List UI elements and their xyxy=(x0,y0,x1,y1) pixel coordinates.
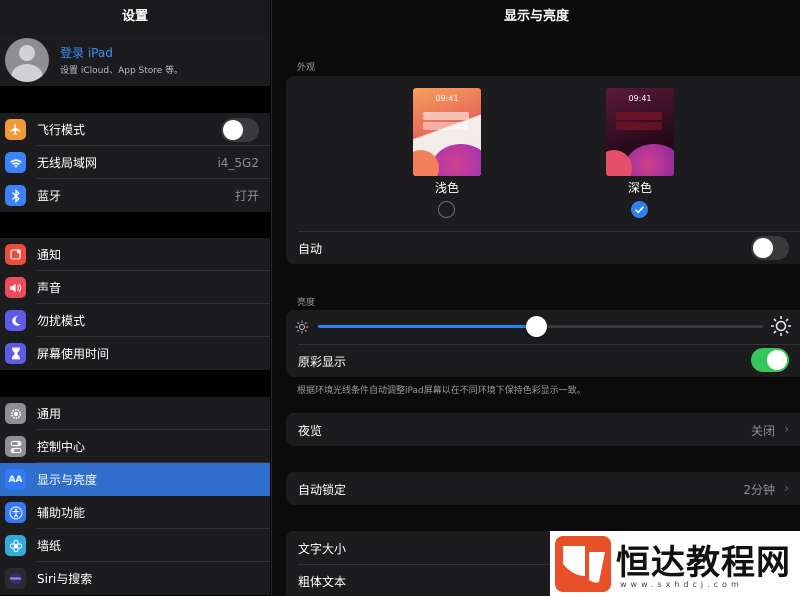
sidebar-item-wallpaper[interactable]: 墙纸 xyxy=(0,529,270,562)
sidebar-group-connectivity: 飞行模式 无线局域网 i4_5G2 蓝牙 打开 xyxy=(0,113,270,212)
sidebar-item-label: 无线局域网 xyxy=(37,156,98,170)
sidebar-title: 设置 xyxy=(0,0,270,34)
light-theme-radio[interactable] xyxy=(438,201,455,218)
sidebar-item-display-brightness[interactable]: AA 显示与亮度 xyxy=(0,463,270,496)
sidebar-item-sounds[interactable]: 声音 xyxy=(0,271,270,304)
hourglass-icon xyxy=(5,343,26,364)
profile-row[interactable]: 登录 iPad 设置 iCloud、App Store 等。 xyxy=(0,34,270,86)
sidebar-item-screen-time[interactable]: 屏幕使用时间 xyxy=(0,337,270,370)
sidebar-item-label: 通用 xyxy=(37,407,62,421)
chevron-right-icon: › xyxy=(784,481,789,495)
auto-lock-row[interactable]: 自动锁定 2分钟 › xyxy=(286,472,800,505)
light-preview-time: 09:41 xyxy=(435,94,459,103)
flower-icon xyxy=(5,535,26,556)
text-size-icon: AA xyxy=(5,469,26,490)
brightness-slider-track[interactable] xyxy=(318,316,763,337)
page-title: 显示与亮度 xyxy=(503,9,569,24)
bold-text-label: 粗体文本 xyxy=(298,575,347,589)
auto-lock-value: 2分钟 xyxy=(743,483,775,497)
settings-sidebar: 设置 登录 iPad 设置 iCloud、App Store 等。 飞行模式 无… xyxy=(0,0,270,596)
sidebar-group-general: 通用 控制中心 AA 显示与亮度 辅助功能 墙纸 Siri与搜索 xyxy=(0,397,270,595)
dark-theme-label: 深色 xyxy=(627,181,652,195)
sidebar-item-label: 屏幕使用时间 xyxy=(37,347,110,361)
true-tone-toggle[interactable] xyxy=(751,348,789,372)
airplane-mode-toggle[interactable] xyxy=(221,118,259,142)
wifi-icon xyxy=(5,152,26,173)
sidebar-item-label: 控制中心 xyxy=(37,440,86,454)
gear-icon xyxy=(5,403,26,424)
chevron-right-icon: › xyxy=(784,422,789,436)
auto-lock-label: 自动锁定 xyxy=(298,483,347,497)
sidebar-item-notifications[interactable]: 通知 xyxy=(0,238,270,271)
dark-theme-preview[interactable]: 09:41 xyxy=(606,88,674,176)
light-theme-label: 浅色 xyxy=(434,181,459,195)
brightness-slider-thumb[interactable] xyxy=(526,316,548,337)
sidebar-item-label: 墙纸 xyxy=(37,539,62,553)
sun-large-icon xyxy=(771,316,791,340)
checkmark-icon xyxy=(634,206,644,214)
speaker-icon xyxy=(5,277,26,298)
sidebar-item-airplane-mode[interactable]: 飞行模式 xyxy=(0,113,270,146)
bluetooth-icon xyxy=(5,185,26,206)
toggles-icon xyxy=(5,436,26,457)
sidebar-item-label: 显示与亮度 xyxy=(37,473,98,487)
watermark-text: 恒达教程网 xyxy=(616,543,791,583)
sidebar-item-accessibility[interactable]: 辅助功能 xyxy=(0,496,270,529)
avatar-icon xyxy=(5,38,49,82)
auto-appearance-row: 自动 xyxy=(286,231,800,264)
appearance-card: 09:41 浅色 09:41 深色 自动 xyxy=(286,76,800,264)
siri-icon xyxy=(5,568,26,589)
sidebar-item-label: 声音 xyxy=(37,281,62,295)
appearance-section-label: 外观 xyxy=(297,63,316,73)
watermark-logo-icon xyxy=(555,536,611,592)
profile-subtitle: 设置 iCloud、App Store 等。 xyxy=(60,66,184,76)
sidebar-group-notifications: 通知 声音 勿扰模式 屏幕使用时间 xyxy=(0,238,270,370)
sidebar-item-bluetooth[interactable]: 蓝牙 打开 xyxy=(0,179,270,212)
notification-icon xyxy=(5,244,26,265)
site-watermark: 恒达教程网 www.sxhdcj.com xyxy=(550,531,800,596)
sidebar-item-siri-search[interactable]: Siri与搜索 xyxy=(0,562,270,595)
night-shift-row[interactable]: 夜览 关闭 › xyxy=(286,413,800,446)
true-tone-row: 原彩显示 xyxy=(286,344,800,377)
brightness-slider-fill xyxy=(318,325,537,328)
sidebar-item-label: 勿扰模式 xyxy=(37,314,86,328)
brightness-section-label: 亮度 xyxy=(297,298,316,308)
sidebar-item-general[interactable]: 通用 xyxy=(0,397,270,430)
true-tone-label: 原彩显示 xyxy=(298,355,347,369)
sidebar-item-label: 飞行模式 xyxy=(37,123,86,137)
sidebar-item-do-not-disturb[interactable]: 勿扰模式 xyxy=(0,304,270,337)
wifi-network-value: i4_5G2 xyxy=(217,155,259,170)
sidebar-item-label: Siri与搜索 xyxy=(37,572,93,586)
sidebar-item-label: 辅助功能 xyxy=(37,506,86,520)
watermark-url: www.sxhdcj.com xyxy=(620,580,743,589)
display-brightness-panel: 显示与亮度 外观 09:41 浅色 09:41 深色 自动 亮度 原彩显示 根据… xyxy=(271,0,800,596)
moon-icon xyxy=(5,310,26,331)
auto-appearance-toggle[interactable] xyxy=(751,236,789,260)
dark-theme-radio-checked[interactable] xyxy=(631,201,648,218)
text-size-label: 文字大小 xyxy=(298,542,347,556)
accessibility-icon xyxy=(5,502,26,523)
sun-small-icon xyxy=(295,319,309,338)
light-theme-preview[interactable]: 09:41 xyxy=(413,88,481,176)
true-tone-footnote: 根据环境光线条件自动调整iPad屏幕以在不同环境下保持色彩显示一致。 xyxy=(297,386,586,396)
brightness-card: 原彩显示 xyxy=(286,310,800,377)
dark-preview-time: 09:41 xyxy=(628,94,652,103)
night-shift-value: 关闭 xyxy=(750,424,775,438)
auto-appearance-label: 自动 xyxy=(298,242,323,256)
sidebar-item-control-center[interactable]: 控制中心 xyxy=(0,430,270,463)
airplane-icon xyxy=(5,119,26,140)
profile-sign-in-label: 登录 iPad xyxy=(60,46,113,60)
bluetooth-status-value: 打开 xyxy=(234,189,259,203)
sidebar-item-label: 蓝牙 xyxy=(37,189,62,203)
sidebar-item-label: 通知 xyxy=(37,248,62,262)
night-shift-label: 夜览 xyxy=(298,424,323,438)
sidebar-item-wifi[interactable]: 无线局域网 i4_5G2 xyxy=(0,146,270,179)
